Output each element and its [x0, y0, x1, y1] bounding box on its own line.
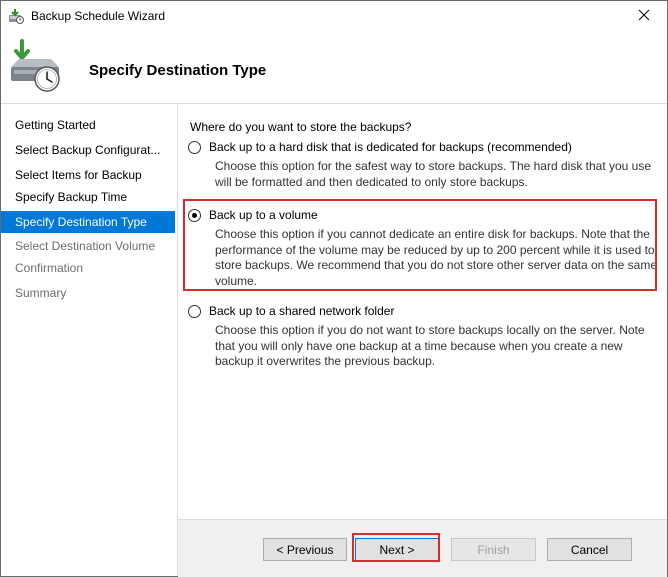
- option-dedicated-disk: Back up to a hard disk that is dedicated…: [188, 140, 658, 190]
- page-title: Specify Destination Type: [89, 62, 267, 79]
- option-network-folder-description: Choose this option if you do not want to…: [215, 323, 645, 368]
- option-dedicated-disk-label[interactable]: Back up to a hard disk that is dedicated…: [209, 140, 572, 154]
- step-specify-backup-time[interactable]: Specify Backup Time: [1, 186, 175, 208]
- option-volume-label[interactable]: Back up to a volume: [209, 208, 318, 222]
- step-getting-started[interactable]: Getting Started: [1, 114, 175, 136]
- finish-button: Finish: [451, 538, 536, 561]
- option-network-folder: Back up to a shared network folder Choos…: [188, 304, 658, 370]
- main-content: Where do you want to store the backups? …: [178, 104, 667, 576]
- app-icon: [8, 8, 24, 24]
- window-title: Backup Schedule Wizard: [31, 9, 166, 23]
- destination-question: Where do you want to store the backups?: [190, 120, 412, 134]
- radio-network-folder-row[interactable]: Back up to a shared network folder: [188, 304, 658, 318]
- close-button[interactable]: [621, 1, 667, 31]
- close-icon: [638, 9, 650, 24]
- radio-dedicated-disk[interactable]: [188, 140, 201, 154]
- step-confirmation: Confirmation: [15, 261, 84, 275]
- radio-network-folder[interactable]: [188, 304, 201, 318]
- radio-dedicated-disk-row[interactable]: Back up to a hard disk that is dedicated…: [188, 140, 658, 154]
- step-specify-destination-type[interactable]: Specify Destination Type: [1, 211, 175, 233]
- previous-button[interactable]: < Previous: [263, 538, 347, 561]
- wizard-window: Backup Schedule Wizard Specify Destinati…: [0, 0, 668, 577]
- next-button[interactable]: Next >: [355, 538, 439, 561]
- radio-volume[interactable]: [188, 208, 201, 222]
- cancel-button[interactable]: Cancel: [547, 538, 632, 561]
- backup-clock-icon: [7, 37, 63, 93]
- step-select-destination-volume: Select Destination Volume: [15, 239, 156, 253]
- step-summary: Summary: [15, 286, 67, 300]
- option-dedicated-disk-description: Choose this option for the safest way to…: [215, 159, 652, 189]
- option-volume-description: Choose this option if you cannot dedicat…: [215, 227, 658, 288]
- radio-volume-row[interactable]: Back up to a volume: [188, 208, 658, 222]
- option-volume: Back up to a volume Choose this option i…: [188, 208, 658, 289]
- wizard-steps-sidebar: Getting Started Select Backup Configurat…: [1, 104, 178, 576]
- wizard-footer: < Previous Next > Finish Cancel: [178, 519, 667, 577]
- wizard-header: Specify Destination Type: [1, 31, 667, 104]
- title-bar[interactable]: Backup Schedule Wizard: [1, 1, 667, 31]
- step-select-backup-configuration[interactable]: Select Backup Configurat...: [1, 139, 175, 161]
- step-select-items-for-backup[interactable]: Select Items for Backup: [1, 164, 175, 186]
- option-network-folder-label[interactable]: Back up to a shared network folder: [209, 304, 394, 318]
